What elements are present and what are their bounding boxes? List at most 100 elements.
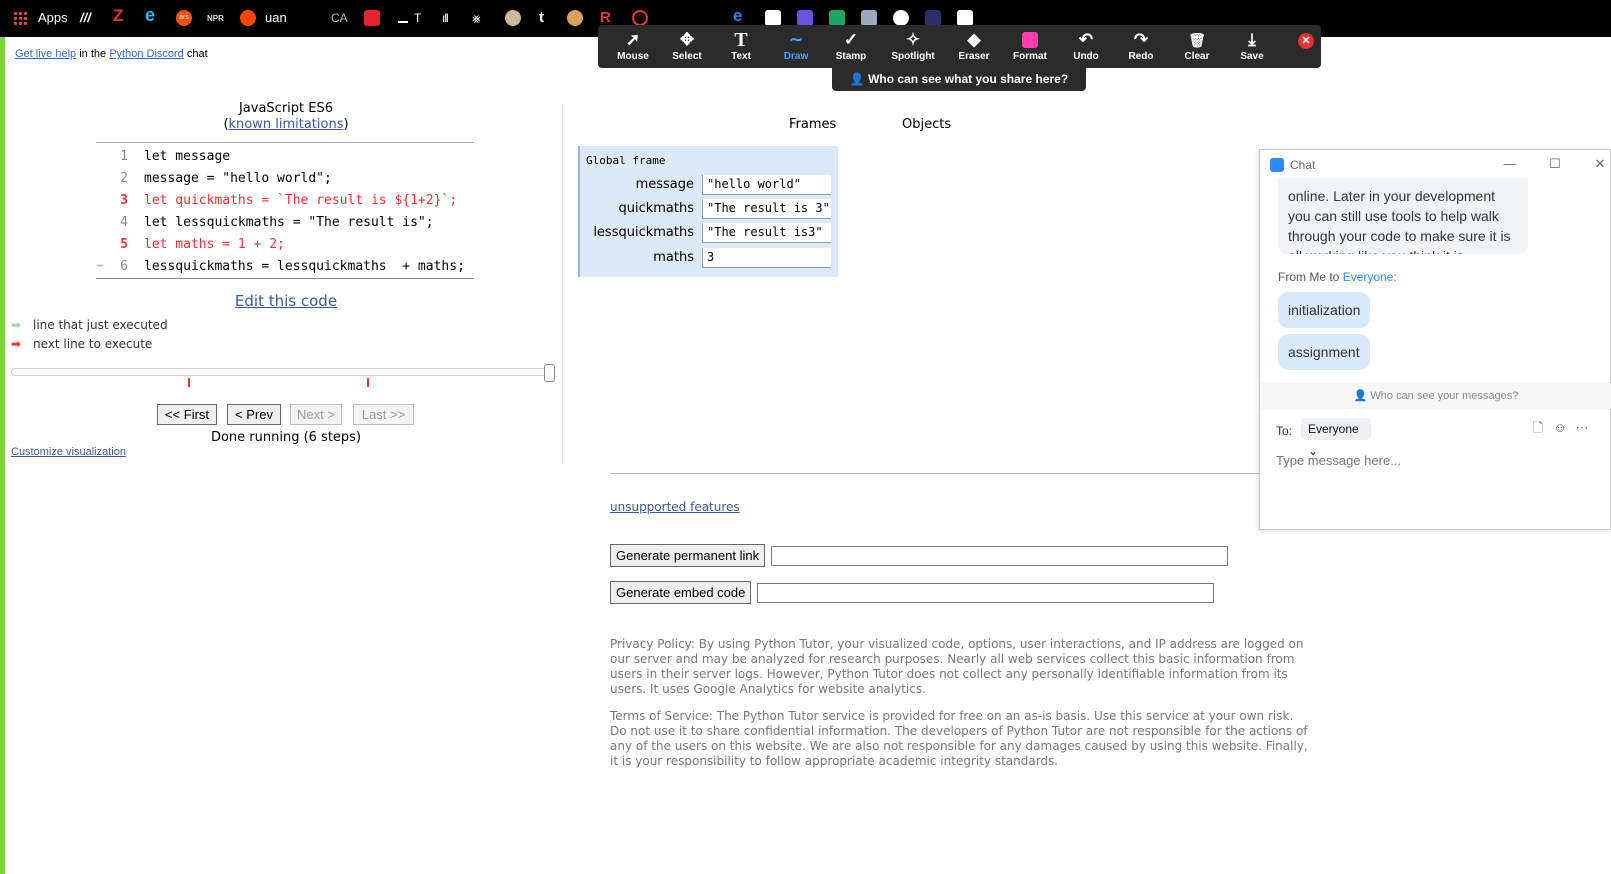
legend-green-text: line that just executed — [33, 318, 168, 332]
file-icon[interactable]: 🗋 — [1530, 420, 1546, 436]
recipient-select[interactable]: Everyone ⌄ — [1301, 418, 1371, 458]
format-tool[interactable]: Format — [1003, 25, 1057, 68]
step-slider-handle[interactable] — [544, 364, 555, 382]
minimize-icon[interactable]: — — [1500, 155, 1520, 173]
redo-tool[interactable]: ↷ Redo — [1114, 25, 1168, 68]
reddit-icon[interactable] — [240, 10, 256, 26]
live-help-line: Get live help in the Python Discord chat — [15, 48, 208, 60]
spotlight-tool[interactable]: ✧ Spotlight — [886, 25, 940, 68]
line-text: let message — [144, 149, 231, 164]
close-icon[interactable]: ✕ — [1298, 33, 1314, 49]
eraser-tool[interactable]: ◆ Eraser — [947, 25, 1001, 68]
line-number: 2 — [120, 171, 128, 186]
objects-header: Objects — [902, 117, 952, 132]
redo-icon: ↷ — [1133, 30, 1149, 49]
embed-code-field[interactable] — [757, 583, 1214, 603]
ca-icon[interactable]: CA — [331, 9, 348, 27]
chat-message-input[interactable] — [1276, 450, 1596, 470]
ie-icon[interactable]: e — [145, 6, 155, 24]
tumblr-icon[interactable]: t — [539, 9, 544, 27]
first-button[interactable]: << First — [157, 404, 217, 425]
text-tool[interactable]: T Text — [714, 25, 768, 68]
emoji-icon[interactable]: ☺ — [1552, 420, 1568, 436]
text-icon[interactable]: T — [414, 9, 421, 27]
sheets-icon[interactable] — [829, 10, 845, 26]
npr-icon[interactable]: NPR — [207, 10, 224, 28]
line-number: 3 — [120, 193, 128, 208]
close-icon[interactable]: ✕ — [1590, 155, 1610, 173]
unsupported-features-link[interactable]: unsupported features — [610, 500, 740, 514]
spotlight-label: Spotlight — [891, 51, 935, 62]
who-can-see-text: Who can see your messages? — [1370, 390, 1519, 402]
sp-icon[interactable] — [957, 10, 973, 26]
opera-icon[interactable] — [632, 10, 648, 26]
variable-value: "hello world" — [702, 175, 831, 195]
line-number: 4 — [120, 215, 128, 230]
known-limitations-link[interactable]: known limitations — [229, 117, 344, 132]
stamp-label: Stamp — [835, 51, 867, 62]
generate-embed-code-button[interactable]: Generate embed code — [610, 581, 752, 604]
ars-icon[interactable]: ars — [176, 10, 192, 26]
variable-row: lessquickmaths "The result is3" — [580, 221, 838, 245]
list-icon[interactable] — [797, 10, 813, 26]
window-left-border — [0, 0, 5, 874]
live-help-link[interactable]: Get live help — [15, 48, 76, 60]
xray-icon[interactable]: ⨳ — [472, 9, 481, 27]
zdnet-icon[interactable]: Z — [113, 7, 123, 25]
global-frame-title: Global frame — [586, 154, 666, 167]
save-tool[interactable]: ⤓ Save — [1225, 25, 1279, 68]
permanent-link-field[interactable] — [771, 546, 1228, 566]
paren-close: ) — [343, 117, 349, 132]
annotation-toolbar: ➚ Mouse ✥ Select T Text ∼ Draw ✓ Stamp ✧ Spotl… — [598, 25, 1321, 68]
message-sender-line: From Me to Everyone: — [1278, 270, 1397, 284]
who-can-see-messages[interactable]: 👤 Who can see your messages? — [1260, 383, 1611, 409]
person-icon: 👤 — [849, 72, 865, 86]
next-button[interactable]: Next > — [290, 404, 342, 425]
cam-icon[interactable] — [567, 10, 583, 26]
draw-tool[interactable]: ∼ Draw — [769, 25, 823, 68]
mouse-tool[interactable]: ➚ Mouse — [606, 25, 660, 68]
chart-icon[interactable]: ıll — [442, 9, 449, 27]
apps-grid-icon[interactable] — [13, 11, 27, 25]
variable-row: quickmaths "The result is 3" — [580, 197, 838, 221]
edit-code-link[interactable]: Edit this code — [235, 292, 337, 310]
customize-visualization-link[interactable]: Customize visualization — [11, 446, 126, 458]
undo-tool[interactable]: ↶ Undo — [1059, 25, 1113, 68]
more-icon[interactable]: ⋯ — [1574, 420, 1590, 436]
draw-icon: ∼ — [788, 30, 804, 49]
pycharm-icon[interactable] — [765, 10, 781, 26]
pencil-icon[interactable] — [364, 10, 380, 26]
clear-tool[interactable]: 🗑 Clear — [1170, 25, 1224, 68]
variable-name: lessquickmaths — [593, 225, 694, 240]
globe-icon[interactable] — [893, 10, 909, 26]
language-name: JavaScript ES6 — [238, 101, 334, 116]
chat-message-bubble: assignment — [1278, 334, 1370, 370]
last-button[interactable]: Last >> — [353, 404, 414, 425]
share-visibility-banner[interactable]: 👤 Who can see what you share here? — [832, 68, 1086, 91]
python-discord-link[interactable]: Python Discord — [109, 48, 184, 60]
r-logo-icon[interactable] — [925, 10, 941, 26]
from-target[interactable]: Everyone: — [1343, 270, 1397, 284]
edge-icon[interactable]: e — [733, 7, 749, 25]
green-arrow-icon: ➡ — [11, 318, 22, 332]
mouse-label: Mouse — [617, 51, 649, 62]
asp-icon[interactable] — [861, 10, 877, 26]
maximize-icon[interactable]: ☐ — [1545, 155, 1565, 173]
line-text: let maths = 1 + 2; — [144, 237, 285, 252]
chat-text: chat — [186, 48, 208, 60]
code-top-rule — [96, 142, 474, 143]
step-slider-track[interactable] — [11, 368, 552, 376]
breakpoint-tick — [188, 378, 190, 387]
generate-permanent-link-button[interactable]: Generate permanent link — [610, 544, 766, 567]
cloud-icon[interactable] — [505, 10, 521, 26]
select-tool[interactable]: ✥ Select — [660, 25, 714, 68]
bookmark-slashes[interactable]: /// — [80, 9, 91, 27]
dash-icon[interactable] — [398, 13, 408, 23]
terms-of-service: Terms of Service: The Python Tutor servi… — [610, 709, 1308, 768]
bookmark-uan[interactable]: uan — [265, 9, 287, 27]
text-label: Text — [731, 51, 751, 62]
stamp-tool[interactable]: ✓ Stamp — [824, 25, 878, 68]
prev-button[interactable]: < Prev — [227, 404, 281, 425]
variable-name: message — [635, 177, 694, 192]
apps-bookmark[interactable]: Apps — [38, 9, 68, 27]
